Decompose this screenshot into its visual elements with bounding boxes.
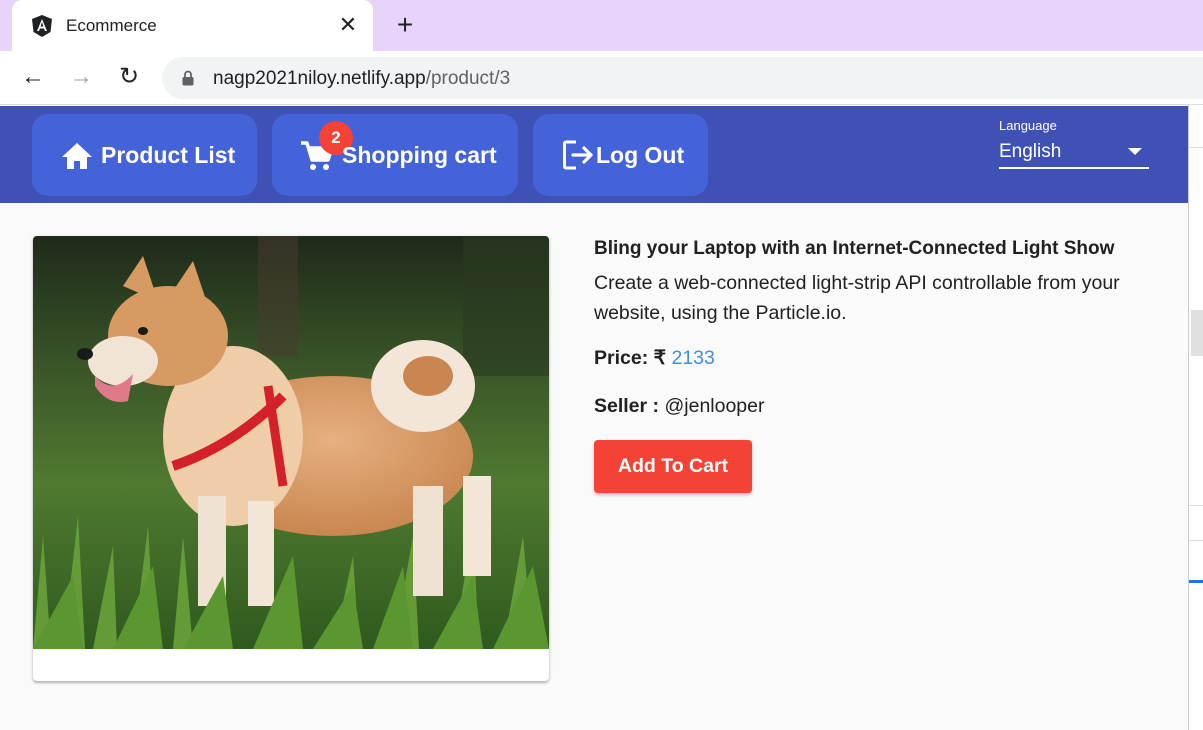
address-bar[interactable]: nagp2021niloy.netlify.app/product/3 bbox=[162, 57, 1203, 99]
price-label: Price: bbox=[594, 347, 649, 369]
forward-arrow-icon[interactable]: → bbox=[68, 63, 94, 91]
logout-label: Log Out bbox=[596, 142, 685, 168]
seller-value: @jenlooper bbox=[664, 395, 765, 417]
product-list-button[interactable]: Product List bbox=[32, 114, 257, 196]
dropdown-arrow-icon bbox=[1128, 148, 1142, 155]
rupee-icon: ₹ bbox=[653, 347, 667, 369]
select-underline bbox=[999, 167, 1149, 169]
product-description: Create a web-connected light-strip API c… bbox=[594, 272, 1120, 324]
devtools-scroll-handle[interactable] bbox=[1191, 310, 1203, 356]
browser-tab[interactable]: Ecommerce ✕ bbox=[12, 0, 373, 51]
product-title: Bling your Laptop with an Internet-Conne… bbox=[594, 238, 1115, 259]
product-image-card bbox=[33, 236, 549, 681]
devtools-divider bbox=[1189, 505, 1203, 506]
language-select[interactable]: Language English bbox=[999, 117, 1149, 171]
new-tab-icon[interactable]: + bbox=[392, 11, 418, 39]
browser-tab-strip: Ecommerce ✕ + bbox=[0, 0, 1203, 51]
reload-icon[interactable]: ↻ bbox=[116, 63, 142, 91]
devtools-active-tab-indicator bbox=[1189, 580, 1203, 583]
add-to-cart-button[interactable]: Add To Cart bbox=[594, 440, 752, 493]
app-header: Product List 2 Shopping cart Log Out Lan… bbox=[0, 106, 1188, 203]
language-value: English bbox=[999, 141, 1062, 162]
url-path: /product/3 bbox=[425, 68, 511, 89]
product-seller: Seller : @jenlooper bbox=[594, 395, 765, 418]
product-price: Price: ₹ 2133 bbox=[594, 346, 715, 370]
back-arrow-icon[interactable]: ← bbox=[20, 63, 46, 91]
logout-button[interactable]: Log Out bbox=[533, 114, 708, 196]
angular-icon bbox=[32, 15, 52, 37]
shopping-cart-label: Shopping cart bbox=[342, 142, 497, 168]
price-value: 2133 bbox=[671, 347, 715, 369]
tab-close-icon[interactable]: ✕ bbox=[336, 12, 360, 38]
url-text: nagp2021niloy.netlify.app/product/3 bbox=[213, 68, 510, 90]
logout-icon bbox=[563, 140, 593, 170]
product-list-label: Product List bbox=[101, 142, 236, 168]
url-domain: nagp2021niloy.netlify.app bbox=[213, 68, 426, 89]
devtools-divider bbox=[1189, 540, 1203, 541]
language-label: Language bbox=[999, 118, 1057, 133]
seller-label: Seller : bbox=[594, 395, 660, 417]
devtools-divider bbox=[1189, 147, 1203, 148]
home-icon bbox=[62, 143, 92, 169]
devtools-panel-edge bbox=[1188, 105, 1203, 730]
product-image bbox=[33, 236, 549, 649]
shopping-cart-button[interactable]: 2 Shopping cart bbox=[272, 114, 518, 196]
lock-icon bbox=[182, 70, 194, 86]
browser-toolbar: ← → ↻ nagp2021niloy.netlify.app/product/… bbox=[0, 51, 1203, 105]
tab-title: Ecommerce bbox=[66, 16, 157, 35]
